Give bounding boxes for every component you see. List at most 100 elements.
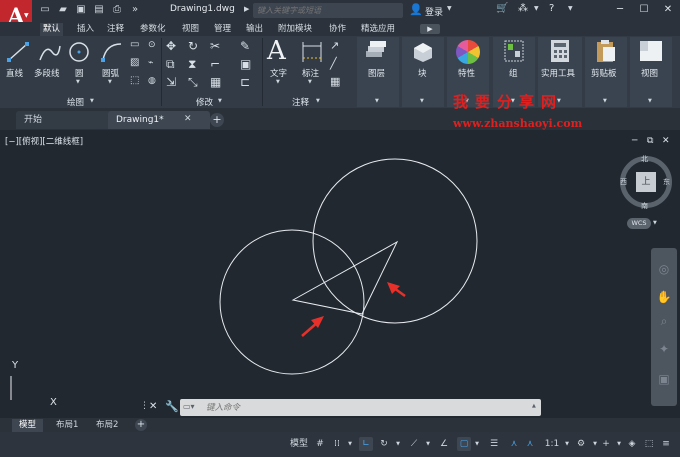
help-dropdown-icon[interactable]: ▼ [568,5,573,12]
leader-line-icon[interactable]: ╱ [330,57,337,70]
tab-start[interactable]: 开始 [16,111,118,129]
circle-dropdown-icon[interactable]: ▼ [76,79,80,85]
dimension-button[interactable]: 标注 [302,67,319,79]
viewcube-face[interactable]: 上 [636,172,656,192]
text-button[interactable]: 文字 [270,67,287,79]
tab-view[interactable]: 视图 [179,23,202,36]
arc-dropdown-icon[interactable]: ▼ [108,79,112,85]
grid-icon[interactable]: # [313,437,327,451]
isolate-objects-icon[interactable]: ◈ [624,437,640,451]
add-icon[interactable]: + [599,437,613,451]
snap-dropdown-icon[interactable]: ▼ [345,437,355,451]
text-dropdown-icon[interactable]: ▼ [276,79,280,85]
draw-panel-title[interactable]: 绘图 [67,96,84,108]
model-space-button[interactable]: 模型 [287,437,311,451]
text-icon[interactable]: A [267,36,286,66]
login-dropdown-icon[interactable]: ▼ [447,5,452,12]
annotation-panel-expand-icon[interactable]: ▼ [316,98,320,104]
annotation-visibility-icon[interactable]: ⋏ [507,437,521,451]
modify-panel-title[interactable]: 修改 [196,96,213,108]
dimension-dropdown-icon[interactable]: ▼ [308,79,312,85]
save-as-icon[interactable]: ▤ [92,3,106,17]
minimize-icon[interactable]: ─ [613,2,627,18]
customize-menu-icon[interactable]: ≡ [659,437,673,451]
viewcube-west[interactable]: 西 [620,177,627,187]
polyline-button[interactable]: 多段线 [34,67,60,79]
hatch-icon[interactable]: ▨ [130,57,139,68]
move-icon[interactable]: ✥ [166,39,176,53]
stretch-icon[interactable]: ⇲ [166,75,176,89]
polyline-icon[interactable] [38,40,62,64]
search-box[interactable] [253,3,403,18]
tab-output[interactable]: 输出 [243,23,266,36]
line-button[interactable]: 直线 [6,67,23,79]
user-icon[interactable]: 👤 [409,3,423,16]
tab-addins[interactable]: 附加模块 [275,23,315,36]
annotation-scale-dropdown-icon[interactable]: ▼ [562,437,572,451]
mirror-icon[interactable]: ⧗ [188,57,196,72]
command-customize-icon[interactable]: 🔧 [165,400,179,413]
block-dropdown-icon[interactable]: ▼ [420,98,424,104]
clipboard-dropdown-icon[interactable]: ▼ [603,98,607,104]
draw-more-icon-1[interactable]: ⊙ [148,40,156,50]
explode-icon[interactable]: ▣ [240,57,251,71]
annotation-autoscale-icon[interactable]: ⋏ [523,437,537,451]
command-grip-icon[interactable]: ⋮ [140,401,149,411]
object-snap-dropdown-icon[interactable]: ▼ [472,437,482,451]
tab-parametric[interactable]: 参数化 [137,23,169,36]
tab-manage[interactable]: 管理 [211,23,234,36]
draw-panel-expand-icon[interactable]: ▼ [90,98,94,104]
isodraft-dropdown-icon[interactable]: ▼ [423,437,433,451]
leader-icon[interactable]: ↗ [330,39,339,52]
help-icon[interactable]: ? [549,3,554,14]
zoom-icon[interactable]: ⌕ [655,312,673,330]
share-dropdown-icon[interactable]: ▼ [534,5,539,12]
login-link[interactable]: 登录 [425,5,443,18]
boundary-icon[interactable]: ⬚ [130,75,139,86]
cart-icon[interactable]: 🛒 [496,3,508,14]
command-input[interactable] [206,401,526,414]
command-history-icon[interactable]: ▲ [532,403,536,409]
tab-annotate[interactable]: 注释 [104,23,127,36]
trim-icon[interactable]: ✂ [210,39,220,53]
layers-dropdown-icon[interactable]: ▼ [375,98,379,104]
command-prompt-icon[interactable]: ▭▾ [183,402,195,411]
viewcube-south[interactable]: 南 [641,201,648,211]
save-icon[interactable]: ▣ [74,3,88,17]
open-file-icon[interactable]: ▰ [56,3,70,17]
draw-more-icon-2[interactable]: ⌁ [148,58,153,68]
tab-featured-apps[interactable]: 精选应用 [358,23,398,36]
table-icon[interactable]: ▦ [330,75,340,88]
wcs-dropdown-icon[interactable]: ▼ [653,220,657,226]
lineweight-icon[interactable]: ☰ [487,437,501,451]
steering-wheel-icon[interactable]: ◎ [655,260,673,278]
close-icon[interactable]: ✕ [661,2,675,18]
clean-screen-icon[interactable]: ⬚ [642,437,656,451]
orbit-icon[interactable]: ✦ [655,340,673,358]
fillet-icon[interactable]: ⌐ [210,57,220,71]
wcs-menu[interactable]: WCS [627,218,651,229]
tab-layout1[interactable]: 布局1 [49,419,85,432]
add-dropdown-icon[interactable]: ▼ [614,437,624,451]
isodraft-icon[interactable]: ⟋ [407,437,421,451]
showmotion-icon[interactable]: ▣ [655,370,673,388]
share-icon[interactable]: ⁂ [518,3,528,14]
view-dropdown-icon[interactable]: ▼ [648,98,652,104]
circle-button[interactable]: 圆 [75,67,84,79]
tab-collaborate[interactable]: 协作 [326,23,349,36]
snap-icon[interactable]: ⁞⁞ [330,437,344,451]
annotation-panel-title[interactable]: 注释 [292,96,309,108]
close-tab-icon[interactable]: ✕ [184,114,192,124]
gear-icon[interactable]: ⚙ [574,437,588,451]
tab-drawing1[interactable]: Drawing1* [108,111,210,129]
command-close-icon[interactable]: ✕ [149,401,157,412]
annotation-scale[interactable]: 1:1 [542,437,562,451]
erase-icon[interactable]: ✎ [240,39,250,53]
draw-more-icon-3[interactable]: ◍ [148,76,156,86]
circle-icon[interactable] [67,40,91,64]
object-snap-icon[interactable]: ▢ [457,437,471,451]
array-icon[interactable]: ▦ [210,75,221,89]
offset-icon[interactable]: ⊏ [240,75,250,89]
more-tools-icon[interactable]: » [128,3,142,17]
viewcube-north[interactable]: 北 [641,154,648,164]
